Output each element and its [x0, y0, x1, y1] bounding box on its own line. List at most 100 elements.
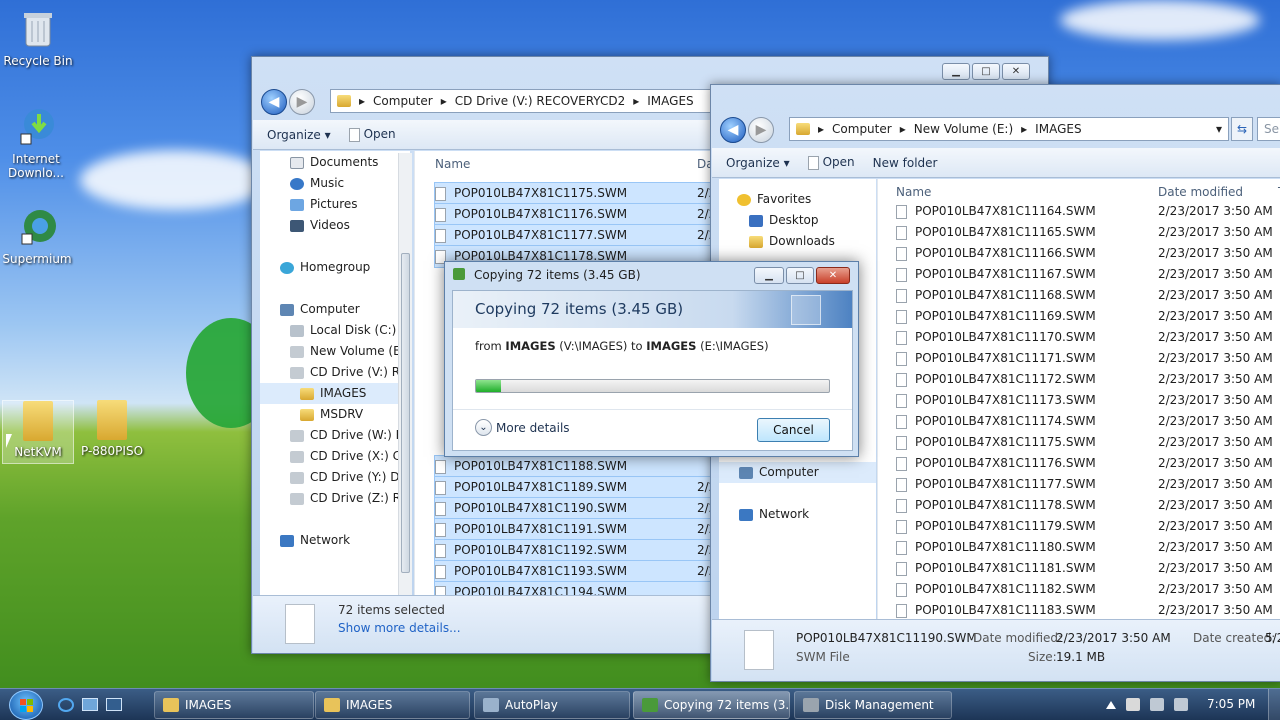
address-bar[interactable]: ▸ Computer ▸ New Volume (E:) ▸ IMAGES ▾ [789, 117, 1229, 141]
nav-cd-drive-y[interactable]: CD Drive (Y:) DVD [290, 467, 410, 488]
taskbar-button-images-2[interactable]: IMAGES [315, 691, 470, 719]
clock[interactable]: 7:05 PM [1207, 697, 1255, 711]
breadcrumb-item[interactable]: IMAGES [1035, 122, 1081, 136]
file-row[interactable]: POP010LB47X81C11177.SWM 2/23/2017 3:50 AM [896, 474, 1280, 495]
nav-cd-drive-v[interactable]: CD Drive (V:) REC [290, 362, 410, 383]
forward-button[interactable]: ▶ [748, 117, 774, 143]
taskbar-button-disk-management[interactable]: Disk Management [794, 691, 952, 719]
nav-network[interactable]: Network [739, 504, 876, 525]
new-folder-button[interactable]: New folder [873, 156, 938, 170]
address-bar[interactable]: ▸ Computer ▸ CD Drive (V:) RECOVERYCD2 ▸… [330, 89, 720, 113]
file-row[interactable]: POP010LB47X81C11180.SWM 2/23/2017 3:50 AM [896, 537, 1280, 558]
desktop-icon-netkvm[interactable]: NetKVM [2, 400, 74, 464]
taskbar-button-images-1[interactable]: IMAGES [154, 691, 314, 719]
nav-msdrv[interactable]: MSDRV [300, 404, 410, 425]
back-button[interactable]: ◀ [720, 117, 746, 143]
organize-menu[interactable]: Organize ▾ [267, 128, 331, 142]
internet-explorer-icon[interactable] [58, 698, 74, 712]
nav-favorites[interactable]: Favorites [737, 189, 876, 210]
nav-cd-drive-x[interactable]: CD Drive (X:) CD_ [290, 446, 410, 467]
source-folder[interactable]: IMAGES [505, 339, 555, 353]
file-row[interactable]: POP010LB47X81C11164.SWM 2/23/2017 3:50 AM [896, 201, 1280, 222]
tray-expand-icon[interactable] [1106, 699, 1116, 709]
file-row[interactable]: POP010LB47X81C11173.SWM 2/23/2017 3:50 AM [896, 390, 1280, 411]
file-row[interactable]: POP010LB47X81C11171.SWM 2/23/2017 3:50 AM [896, 348, 1280, 369]
back-button[interactable]: ◀ [261, 89, 287, 115]
nav-scrollbar[interactable] [398, 153, 412, 595]
file-row[interactable]: POP010LB47X81C11175.SWM 2/23/2017 3:50 AM [896, 432, 1280, 453]
show-desktop-button[interactable] [1268, 689, 1280, 720]
file-row[interactable]: POP010LB47X81C11167.SWM 2/23/2017 3:50 AM [896, 264, 1280, 285]
organize-menu[interactable]: Organize ▾ [726, 156, 790, 170]
more-details-toggle[interactable]: ⌄ More details [475, 419, 570, 436]
action-center-icon[interactable] [1126, 698, 1140, 711]
switch-windows-icon[interactable] [106, 698, 122, 711]
nav-images[interactable]: IMAGES [260, 383, 410, 404]
file-row[interactable]: POP010LB47X81C11181.SWM 2/23/2017 3:50 AM [896, 558, 1280, 579]
taskbar-button-copying[interactable]: Copying 72 items (3... [633, 691, 790, 719]
breadcrumb-item[interactable]: Computer [832, 122, 892, 136]
nav-pictures[interactable]: Pictures [290, 194, 410, 215]
nav-videos[interactable]: Videos [290, 215, 410, 236]
nav-computer[interactable]: Computer [719, 462, 876, 483]
desktop-icon-p880piso[interactable]: P-880PISO [76, 400, 148, 458]
file-row[interactable]: POP010LB47X81C1193.SWM2/2 [434, 560, 710, 583]
address-dropdown-icon[interactable]: ▾ [1216, 122, 1222, 136]
close-button[interactable]: ✕ [1002, 63, 1030, 80]
column-header-date[interactable]: Da [697, 157, 710, 171]
file-row[interactable]: POP010LB47X81C11168.SWM 2/23/2017 3:50 AM [896, 285, 1280, 306]
destination-folder[interactable]: IMAGES [646, 339, 696, 353]
minimize-button[interactable]: ▁ [754, 267, 784, 284]
file-row[interactable]: POP010LB47X81C1176.SWM2/2 [434, 203, 710, 226]
nav-cd-drive-w[interactable]: CD Drive (W:) REC [290, 425, 410, 446]
file-row[interactable]: POP010LB47X81C11179.SWM 2/23/2017 3:50 AM [896, 516, 1280, 537]
column-header-name[interactable]: Name [896, 185, 931, 199]
nav-desktop[interactable]: Desktop [749, 210, 876, 231]
minimize-button[interactable]: ▁ [942, 63, 970, 80]
search-input[interactable]: Se [1257, 117, 1280, 141]
nav-downloads[interactable]: Downloads [749, 231, 876, 252]
column-header-date-modified[interactable]: Date modified [1158, 185, 1243, 199]
maximize-button[interactable]: □ [972, 63, 1000, 80]
column-header-name[interactable]: Name [435, 157, 470, 171]
nav-music[interactable]: Music [290, 173, 410, 194]
cancel-button[interactable]: Cancel [757, 418, 830, 442]
nav-network[interactable]: Network [280, 530, 410, 551]
breadcrumb-item[interactable]: CD Drive (V:) RECOVERYCD2 [455, 94, 626, 108]
nav-computer[interactable]: Computer [280, 299, 410, 320]
maximize-button[interactable]: □ [786, 267, 814, 284]
file-row[interactable]: POP010LB47X81C1189.SWM2/2 [434, 476, 710, 499]
file-row[interactable]: POP010LB47X81C1188.SWM [434, 455, 710, 478]
start-button[interactable] [9, 690, 43, 720]
file-row[interactable]: POP010LB47X81C11174.SWM 2/23/2017 3:50 AM [896, 411, 1280, 432]
refresh-button[interactable]: ⇆ [1231, 117, 1253, 141]
desktop-icon-internet-download[interactable]: Internet Downlo... [0, 106, 72, 180]
file-row[interactable]: POP010LB47X81C1175.SWM2/2 [434, 182, 710, 205]
desktop-icon-recycle-bin[interactable]: Recycle Bin [2, 8, 74, 68]
file-row[interactable]: POP010LB47X81C1191.SWM2/2 [434, 518, 710, 541]
network-tray-icon[interactable] [1150, 698, 1164, 711]
nav-homegroup[interactable]: Homegroup [280, 257, 410, 278]
nav-new-volume-e[interactable]: New Volume (E:) [290, 341, 410, 362]
open-button[interactable]: Open [807, 155, 855, 170]
file-row[interactable]: POP010LB47X81C11176.SWM 2/23/2017 3:50 AM [896, 453, 1280, 474]
desktop-icon-supermium[interactable]: Supermium [1, 206, 73, 266]
show-desktop-icon[interactable] [82, 698, 98, 711]
show-more-details-link[interactable]: Show more details... [338, 621, 461, 635]
file-row[interactable]: POP010LB47X81C1192.SWM2/2 [434, 539, 710, 562]
file-row[interactable]: POP010LB47X81C11182.SWM 2/23/2017 3:50 AM [896, 579, 1280, 600]
breadcrumb-item[interactable]: New Volume (E:) [914, 122, 1013, 136]
open-button[interactable]: Open [348, 127, 396, 142]
file-row[interactable]: POP010LB47X81C11178.SWM 2/23/2017 3:50 AM [896, 495, 1280, 516]
scrollbar-thumb[interactable] [401, 253, 410, 573]
breadcrumb-item[interactable]: Computer [373, 94, 433, 108]
close-button[interactable]: ✕ [816, 267, 850, 284]
file-row[interactable]: POP010LB47X81C11172.SWM 2/23/2017 3:50 AM [896, 369, 1280, 390]
nav-local-disk-c[interactable]: Local Disk (C:) [290, 320, 410, 341]
taskbar-button-autoplay[interactable]: AutoPlay [474, 691, 630, 719]
nav-documents[interactable]: Documents [290, 152, 410, 173]
file-row[interactable]: POP010LB47X81C11165.SWM 2/23/2017 3:50 AM [896, 222, 1280, 243]
breadcrumb-item[interactable]: IMAGES [647, 94, 693, 108]
file-row[interactable]: POP010LB47X81C1194.SWM [434, 581, 710, 595]
nav-cd-drive-z[interactable]: CD Drive (Z:) REC [290, 488, 410, 509]
